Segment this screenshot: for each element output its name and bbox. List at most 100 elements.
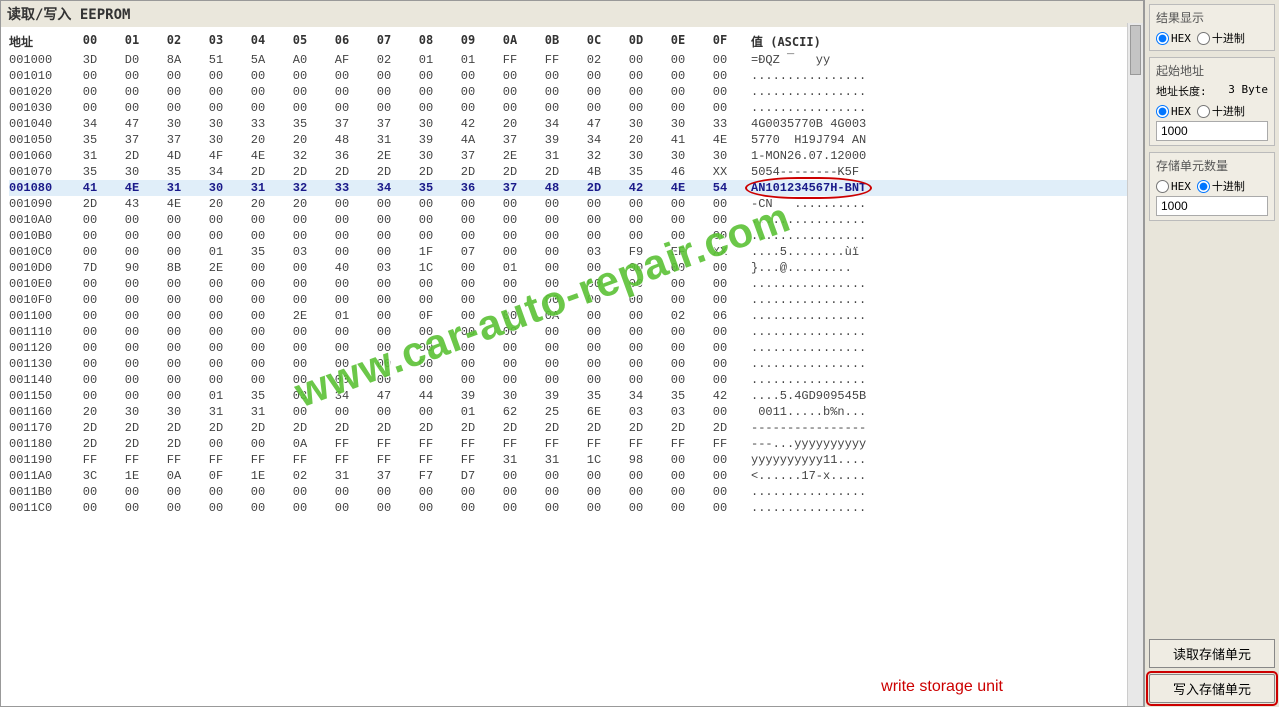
byte-cell[interactable]: 00 [69, 501, 111, 515]
byte-cell[interactable]: 35 [405, 181, 447, 195]
byte-cell[interactable]: 01 [195, 245, 237, 259]
byte-cell[interactable]: 00 [195, 373, 237, 387]
byte-cell[interactable]: 00 [615, 53, 657, 67]
byte-cell[interactable]: 00 [657, 101, 699, 115]
byte-cell[interactable]: 37 [447, 149, 489, 163]
byte-cell[interactable]: 00 [69, 101, 111, 115]
byte-cell[interactable]: 00 [615, 101, 657, 115]
byte-cell[interactable]: 6E [573, 405, 615, 419]
byte-cell[interactable]: 00 [489, 85, 531, 99]
byte-cell[interactable]: 00 [195, 85, 237, 99]
hex-row[interactable]: 0010003DD08A515AA0AF020101FFFF02000000=Ð… [9, 52, 1135, 68]
byte-cell[interactable]: 37 [321, 117, 363, 131]
byte-cell[interactable]: 30 [195, 133, 237, 147]
byte-cell[interactable]: 00 [657, 357, 699, 371]
byte-cell[interactable]: 00 [111, 309, 153, 323]
byte-cell[interactable]: 2D [531, 165, 573, 179]
byte-cell[interactable]: 30 [111, 165, 153, 179]
byte-cell[interactable]: 00 [195, 437, 237, 451]
byte-cell[interactable]: FF [405, 437, 447, 451]
scroll-thumb[interactable] [1130, 25, 1141, 75]
byte-cell[interactable]: 00 [279, 293, 321, 307]
byte-cell[interactable]: 00 [699, 261, 741, 275]
hex-row[interactable]: 0010B000000000000000000000000000000000..… [9, 228, 1135, 244]
byte-cell[interactable]: 00 [321, 325, 363, 339]
byte-cell[interactable]: FF [447, 437, 489, 451]
byte-cell[interactable]: 30 [153, 117, 195, 131]
byte-cell[interactable]: 25 [531, 405, 573, 419]
byte-cell[interactable]: 00 [153, 389, 195, 403]
byte-cell[interactable]: 00 [153, 373, 195, 387]
byte-cell[interactable]: 00 [321, 341, 363, 355]
byte-cell[interactable]: 00 [111, 277, 153, 291]
byte-cell[interactable]: 2D [153, 421, 195, 435]
byte-cell[interactable]: 30 [111, 405, 153, 419]
byte-cell[interactable]: 00 [237, 101, 279, 115]
hex-row[interactable]: 001190FFFFFFFFFFFFFFFFFFFF31311C980000yy… [9, 452, 1135, 468]
hex-row[interactable]: 0010D07D908B2E000040031C00010000000000}.… [9, 260, 1135, 276]
byte-cell[interactable]: 00 [657, 325, 699, 339]
byte-cell[interactable]: 00 [111, 501, 153, 515]
byte-cell[interactable]: 00 [321, 293, 363, 307]
byte-cell[interactable]: 00 [237, 485, 279, 499]
byte-cell[interactable]: 2D [363, 421, 405, 435]
byte-cell[interactable]: 00 [111, 373, 153, 387]
hex-row[interactable]: 0011A03C1E0A0F1E023137F7D7000000000000<.… [9, 468, 1135, 484]
byte-cell[interactable]: 00 [573, 85, 615, 99]
byte-cell[interactable]: 00 [615, 325, 657, 339]
byte-cell[interactable]: 00 [531, 357, 573, 371]
byte-cell[interactable]: 03 [657, 405, 699, 419]
byte-cell[interactable]: 00 [279, 405, 321, 419]
byte-cell[interactable]: 01 [447, 53, 489, 67]
byte-cell[interactable]: 00 [279, 261, 321, 275]
byte-cell[interactable]: 00 [657, 501, 699, 515]
byte-cell[interactable]: 00 [321, 357, 363, 371]
byte-cell[interactable]: 00 [447, 101, 489, 115]
byte-cell[interactable]: 00 [615, 341, 657, 355]
radio-dec-result[interactable]: 十进制 [1197, 30, 1245, 46]
byte-cell[interactable]: 00 [615, 373, 657, 387]
byte-cell[interactable]: 37 [489, 181, 531, 195]
byte-cell[interactable]: 00 [363, 341, 405, 355]
byte-cell[interactable]: 00 [531, 325, 573, 339]
byte-cell[interactable]: 00 [699, 357, 741, 371]
byte-cell[interactable]: XX [699, 165, 741, 179]
byte-cell[interactable]: 00 [279, 277, 321, 291]
byte-cell[interactable]: 01 [195, 389, 237, 403]
byte-cell[interactable]: FF [657, 437, 699, 451]
byte-cell[interactable]: 00 [111, 69, 153, 83]
byte-cell[interactable]: 30 [405, 149, 447, 163]
byte-cell[interactable]: 03 [615, 405, 657, 419]
byte-cell[interactable]: 47 [111, 117, 153, 131]
byte-cell[interactable]: 41 [69, 181, 111, 195]
byte-cell[interactable]: 00 [615, 501, 657, 515]
byte-cell[interactable]: 00 [699, 213, 741, 227]
byte-cell[interactable]: 03 [279, 389, 321, 403]
hex-row[interactable]: 00102000000000000000000000000000000000..… [9, 84, 1135, 100]
byte-cell[interactable]: 31 [237, 181, 279, 195]
byte-cell[interactable]: 00 [657, 373, 699, 387]
byte-cell[interactable]: 00 [531, 501, 573, 515]
byte-cell[interactable]: 46 [657, 165, 699, 179]
byte-cell[interactable]: 00 [363, 245, 405, 259]
byte-cell[interactable]: 00 [405, 213, 447, 227]
byte-cell[interactable]: 4A [447, 133, 489, 147]
byte-cell[interactable]: 00 [531, 69, 573, 83]
byte-cell[interactable]: 00 [573, 197, 615, 211]
byte-cell[interactable]: 00 [279, 325, 321, 339]
byte-cell[interactable]: 2D [363, 165, 405, 179]
hex-row[interactable]: 001070353035342D2D2D2D2D2D2D2D4B3546XX50… [9, 164, 1135, 180]
byte-cell[interactable]: 00 [237, 501, 279, 515]
byte-cell[interactable]: 00 [153, 69, 195, 83]
byte-cell[interactable]: 31 [237, 405, 279, 419]
byte-cell[interactable]: 00 [195, 485, 237, 499]
byte-cell[interactable]: 00 [657, 485, 699, 499]
byte-cell[interactable]: 00 [237, 213, 279, 227]
byte-cell[interactable]: 00 [489, 213, 531, 227]
byte-cell[interactable]: 0A [153, 469, 195, 483]
byte-cell[interactable]: 30 [657, 149, 699, 163]
byte-cell[interactable]: 30 [195, 181, 237, 195]
byte-cell[interactable]: FF [363, 437, 405, 451]
byte-cell[interactable]: 00 [447, 213, 489, 227]
byte-cell[interactable]: 00 [489, 357, 531, 371]
